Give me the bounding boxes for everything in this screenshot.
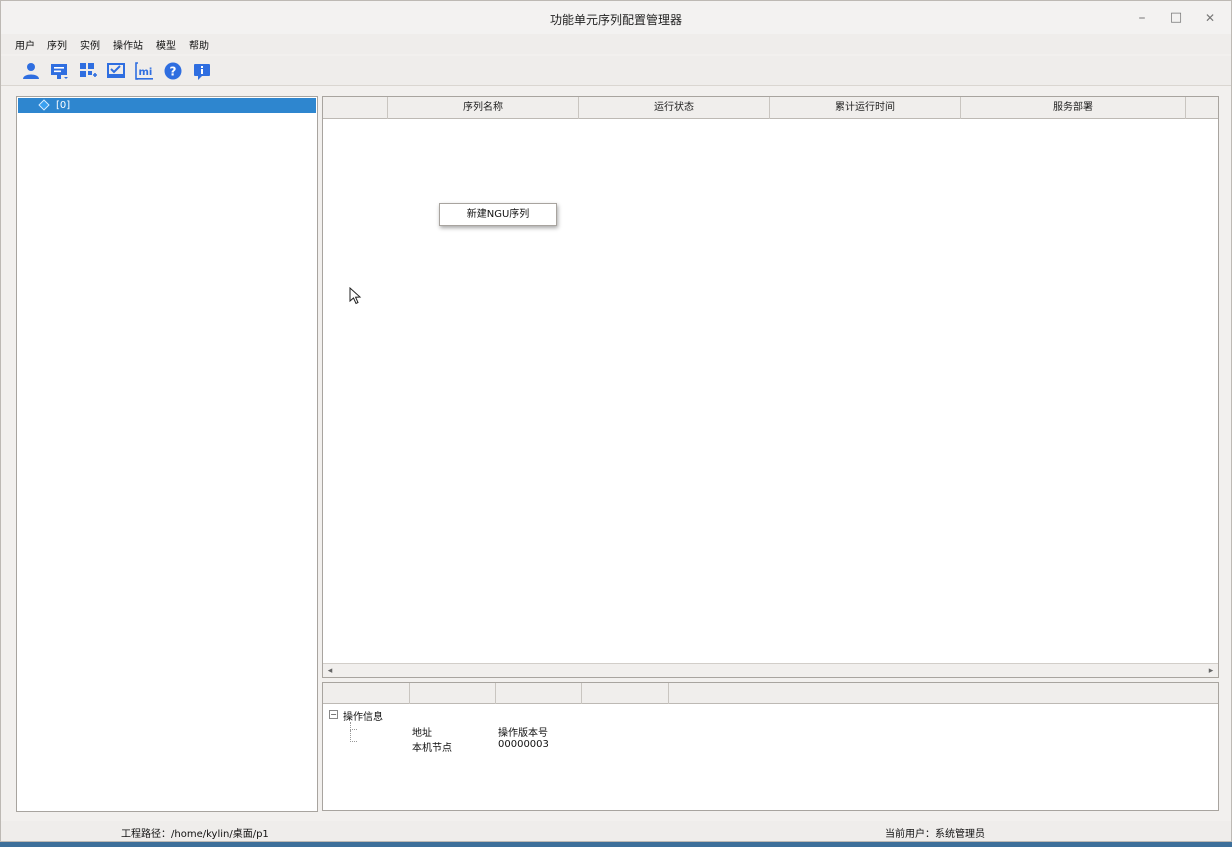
- svg-text:mi: mi: [139, 67, 153, 78]
- menu-model[interactable]: 模型: [156, 37, 176, 52]
- column-header-deployment[interactable]: 服务部署: [961, 97, 1186, 119]
- maximize-button[interactable]: □: [1165, 8, 1187, 28]
- info-value: 操作版本号: [498, 728, 548, 739]
- horizontal-scrollbar[interactable]: ◂ ▸: [323, 663, 1218, 677]
- menu-sequence[interactable]: 序列: [47, 37, 67, 52]
- project-path: 工程路径：/home/kylin/桌面/p1: [121, 829, 269, 840]
- tree-connector: [350, 722, 357, 730]
- scroll-left-icon[interactable]: ◂: [324, 665, 336, 677]
- column-header-run-status[interactable]: 运行状态: [579, 97, 770, 119]
- collapse-toggle-icon[interactable]: −: [329, 710, 338, 719]
- current-user: 当前用户：系统管理员: [885, 829, 985, 840]
- instance-icon[interactable]: [78, 61, 98, 81]
- context-menu: 新建NGU序列: [439, 203, 557, 226]
- tree-node-selected[interactable]: [0]: [18, 98, 316, 113]
- window-title: 功能单元序列配置管理器: [549, 13, 682, 27]
- node-diamond-icon: [38, 99, 50, 111]
- tree-node-label: [0]: [56, 100, 71, 111]
- toolbar: mi ?: [1, 56, 1231, 86]
- station-icon[interactable]: [106, 61, 126, 81]
- tree-connector: [350, 730, 357, 742]
- info-column-2[interactable]: [410, 683, 496, 704]
- column-header-runtime[interactable]: 累计运行时间: [770, 97, 961, 119]
- sequence-tree[interactable]: [0]: [16, 96, 318, 812]
- sequence-table[interactable]: 序列名称 运行状态 累计运行时间 服务部署 ◂ ▸: [322, 96, 1219, 678]
- sequence-icon[interactable]: [49, 61, 69, 81]
- operation-info-panel[interactable]: − 操作信息 地址 操作版本号 本机节点 00000003: [322, 682, 1219, 811]
- info-value: 00000003: [498, 739, 549, 750]
- menu-user[interactable]: 用户: [15, 37, 35, 52]
- scroll-right-icon[interactable]: ▸: [1205, 665, 1217, 677]
- svg-text:?: ?: [170, 65, 177, 79]
- table-header: 序列名称 运行状态 累计运行时间 服务部署: [323, 97, 1218, 119]
- info-column-3[interactable]: [496, 683, 582, 704]
- info-root-label: 操作信息: [343, 712, 383, 723]
- app-window: 功能单元序列配置管理器 – □ ✕ 用户 序列 实例 操作站 模型 帮助 mi: [0, 0, 1232, 842]
- status-bar: 工程路径：/home/kylin/桌面/p1 当前用户：系统管理员: [1, 821, 1231, 841]
- info-key: 本机节点: [412, 743, 452, 754]
- info-key: 地址: [412, 728, 432, 739]
- column-header-index[interactable]: [323, 97, 388, 119]
- info-icon[interactable]: [192, 61, 212, 81]
- minimize-button[interactable]: –: [1131, 8, 1153, 28]
- title-bar: 功能单元序列配置管理器 – □ ✕: [1, 1, 1231, 34]
- mouse-pointer-icon: [349, 286, 363, 305]
- info-column-1[interactable]: [323, 683, 410, 704]
- menu-help[interactable]: 帮助: [189, 37, 209, 52]
- new-ngu-sequence-menu-item[interactable]: 新建NGU序列: [440, 204, 556, 225]
- info-header: [323, 683, 1218, 704]
- column-header-sequence-name[interactable]: 序列名称: [388, 97, 579, 119]
- menu-bar: 用户 序列 实例 操作站 模型 帮助: [1, 34, 1231, 54]
- info-column-4[interactable]: [582, 683, 669, 704]
- menu-instance[interactable]: 实例: [80, 37, 100, 52]
- help-icon[interactable]: ?: [163, 61, 183, 81]
- close-button[interactable]: ✕: [1199, 8, 1221, 28]
- menu-station[interactable]: 操作站: [113, 37, 143, 52]
- model-icon[interactable]: mi: [134, 61, 154, 81]
- user-icon[interactable]: [21, 61, 41, 81]
